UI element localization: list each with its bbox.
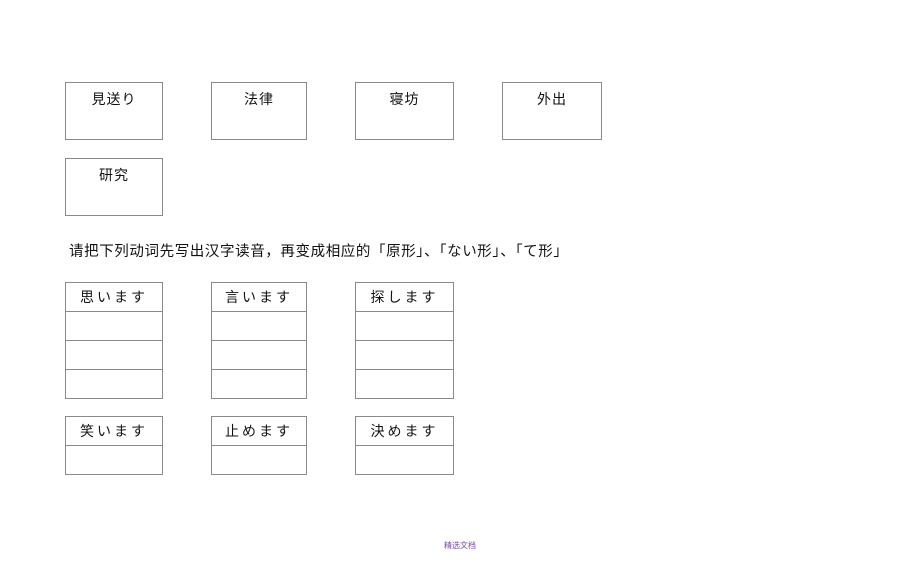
- footer-watermark: 精选文档: [444, 541, 476, 550]
- vocab-word: 法律: [244, 92, 274, 108]
- vocab-word: 外出: [537, 92, 567, 108]
- verb-table: 決めます: [355, 416, 454, 475]
- verb-header: 止めます: [225, 424, 293, 440]
- vocab-box: 寝坊: [355, 82, 454, 140]
- verb-header: 決めます: [370, 424, 439, 440]
- answer-cell[interactable]: [356, 311, 453, 340]
- vocab-word: 寝坊: [389, 92, 420, 108]
- answer-cell[interactable]: [356, 369, 453, 398]
- instruction-text: 请把下列动词先写出汉字读音，再变成相应的「原形」、「ない形」、「て形」: [69, 244, 569, 260]
- answer-cell[interactable]: [212, 311, 306, 340]
- vocab-word: 研究: [99, 168, 129, 184]
- answer-cell[interactable]: [66, 340, 162, 369]
- answer-cell[interactable]: [212, 340, 306, 369]
- verb-table: 止めます: [211, 416, 307, 475]
- verb-table: 思います: [65, 282, 163, 399]
- answer-cell[interactable]: [356, 340, 453, 369]
- answer-cell[interactable]: [66, 369, 162, 398]
- verb-table: 笑います: [65, 416, 163, 475]
- vocab-box: 見送り: [65, 82, 163, 140]
- verb-header: 笑います: [80, 424, 148, 440]
- vocab-box: 法律: [211, 82, 307, 140]
- verb-header: 言います: [225, 290, 293, 306]
- verb-header: 思います: [80, 290, 148, 306]
- answer-cell[interactable]: [66, 311, 162, 340]
- vocab-box: 外出: [502, 82, 602, 140]
- vocab-box: 研究: [65, 158, 163, 216]
- answer-cell[interactable]: [66, 445, 162, 474]
- answer-cell[interactable]: [356, 445, 453, 474]
- vocab-word: 見送り: [91, 92, 137, 108]
- answer-cell[interactable]: [212, 369, 306, 398]
- verb-table: 言います: [211, 282, 307, 399]
- answer-cell[interactable]: [212, 445, 306, 474]
- verb-table: 探します: [355, 282, 454, 399]
- verb-header: 探します: [370, 290, 439, 306]
